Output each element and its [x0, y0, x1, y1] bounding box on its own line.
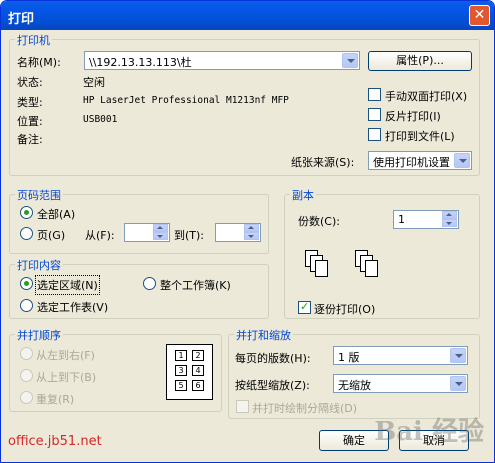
title-bar[interactable]: 打印 ✕: [1, 1, 494, 30]
print-selection-radio[interactable]: [20, 277, 33, 290]
left-to-right-label[interactable]: 从左到右(F): [36, 347, 95, 363]
scale-value: 无缩放: [338, 379, 371, 392]
baidu-watermark: Bai 经验: [374, 417, 484, 447]
dialog-title: 打印: [8, 12, 35, 27]
reverse-print-checkbox[interactable]: [368, 108, 381, 121]
where-value: USB001: [83, 114, 118, 125]
copies-count-value: 1: [398, 213, 405, 226]
manual-duplex-label[interactable]: 手动双面打印(X): [385, 88, 467, 104]
page-range-pages-label[interactable]: 页(G): [37, 227, 65, 243]
pages-per-sheet-value: 1 版: [338, 351, 360, 364]
pages-per-sheet-label: 每页的版数(H):: [235, 352, 311, 365]
chevron-down-icon[interactable]: [454, 153, 470, 168]
chevron-down-icon[interactable]: [450, 348, 466, 363]
paper-source-label: 纸张来源(S):: [291, 156, 355, 169]
page-range-group-label: 页码范围: [15, 187, 63, 203]
left-to-right-radio[interactable]: [20, 347, 33, 360]
print-dialog: 打印 ✕ 打印机 名称(M): \\192.13.13.113\杜 属性(P).…: [0, 0, 495, 463]
top-to-bottom-label[interactable]: 从上到下(B): [36, 369, 96, 385]
status-value: 空闲: [83, 76, 105, 89]
page-range-all-radio[interactable]: [20, 206, 33, 219]
collate-label[interactable]: 逐份打印(O): [314, 301, 375, 317]
copies-count-label: 份数(C):: [298, 215, 340, 228]
page-order-group-label: 并打顺序: [15, 327, 63, 343]
paper-source-select[interactable]: 使用打印机设置: [368, 151, 472, 170]
grid-cell: 1: [175, 350, 187, 361]
comment-label: 备注:: [17, 133, 43, 146]
page-order-preview: 1 2 3 4 5 6: [166, 344, 213, 400]
draw-borders-checkbox[interactable]: [236, 400, 249, 413]
to-label: 到(T):: [174, 229, 205, 242]
spin-up-icon[interactable]: [244, 224, 259, 232]
spin-down-icon[interactable]: [244, 232, 259, 240]
site-watermark: office.jb51.net: [8, 434, 102, 449]
page-range-pages-radio[interactable]: [20, 227, 33, 240]
page-icon: [365, 260, 378, 277]
to-input[interactable]: [215, 223, 261, 242]
chevron-down-icon[interactable]: [342, 53, 358, 68]
close-icon: ✕: [473, 7, 486, 23]
from-input[interactable]: [124, 223, 170, 242]
where-label: 位置:: [17, 115, 43, 128]
grid-cell: 5: [175, 380, 187, 391]
spin-up-icon[interactable]: [153, 224, 168, 232]
grid-cell: 4: [192, 365, 204, 376]
spin-down-icon[interactable]: [153, 232, 168, 240]
close-button[interactable]: ✕: [469, 5, 490, 26]
printer-group-label: 打印机: [15, 32, 52, 48]
grid-cell: 6: [192, 380, 204, 391]
spin-down-icon[interactable]: [442, 219, 457, 227]
print-active-sheets-radio[interactable]: [20, 299, 33, 312]
print-to-file-label[interactable]: 打印到文件(L): [385, 128, 455, 144]
printer-name-value: \\192.13.13.113\杜: [89, 56, 192, 69]
type-label: 类型:: [17, 96, 43, 109]
paper-source-value: 使用打印机设置: [373, 156, 450, 169]
printer-name-label: 名称(M):: [17, 56, 61, 69]
manual-duplex-checkbox[interactable]: [368, 88, 381, 101]
print-what-group-label: 打印内容: [15, 257, 63, 273]
copies-count-input[interactable]: 1: [393, 210, 459, 229]
print-selection-label[interactable]: 选定区域(N): [35, 275, 100, 295]
scale-select[interactable]: 无缩放: [333, 374, 468, 393]
status-label: 状态:: [17, 76, 43, 89]
print-workbook-radio[interactable]: [143, 277, 156, 290]
print-workbook-label[interactable]: 整个工作簿(K): [160, 277, 231, 293]
draw-borders-label[interactable]: 并打时绘制分隔线(D): [252, 400, 357, 416]
grid-cell: 3: [175, 365, 187, 376]
zoom-group-label: 并打和缩放: [234, 327, 293, 343]
scale-label: 按纸型缩放(Z):: [235, 379, 310, 392]
grid-cell: 2: [192, 350, 204, 361]
print-active-sheets-label[interactable]: 选定工作表(V): [37, 299, 108, 315]
repeat-label[interactable]: 重复(R): [36, 391, 74, 407]
type-value: HP LaserJet Professional M1213nf MFP: [83, 95, 289, 106]
chevron-down-icon[interactable]: [450, 376, 466, 391]
printer-name-select[interactable]: \\192.13.13.113\杜: [84, 51, 360, 70]
from-label: 从(F):: [85, 229, 115, 242]
print-to-file-checkbox[interactable]: [368, 128, 381, 141]
copies-group-label: 副本: [290, 187, 316, 203]
ok-button-label: 确定: [343, 434, 365, 447]
page-range-all-label[interactable]: 全部(A): [37, 206, 75, 222]
properties-button-label: 属性(P)...: [396, 54, 444, 67]
top-to-bottom-radio[interactable]: [20, 369, 33, 382]
repeat-radio[interactable]: [20, 391, 33, 404]
page-icon: [315, 260, 328, 277]
collate-checkbox[interactable]: [298, 300, 311, 314]
reverse-print-label[interactable]: 反片打印(I): [385, 108, 441, 124]
pages-per-sheet-select[interactable]: 1 版: [333, 346, 468, 365]
spin-up-icon[interactable]: [442, 211, 457, 219]
properties-button[interactable]: 属性(P)...: [368, 51, 472, 71]
